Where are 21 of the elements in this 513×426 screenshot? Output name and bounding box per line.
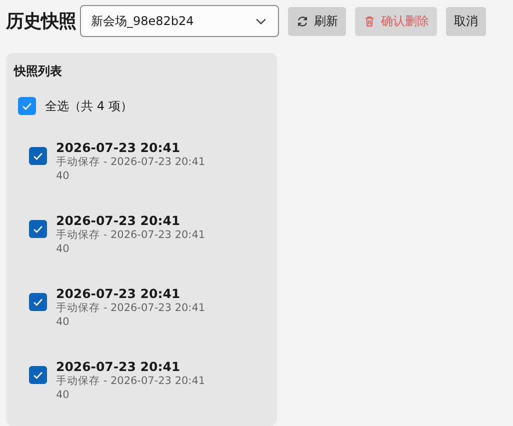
session-select[interactable]: 新会场_98e82b24 xyxy=(80,5,279,37)
snapshot-title: 2026-07-23 20:41 xyxy=(56,286,182,301)
checkbox[interactable] xyxy=(18,97,36,115)
snapshot-title: 2026-07-23 20:41 xyxy=(56,213,182,228)
refresh-icon xyxy=(296,14,309,28)
snapshot-subtitle: 手动保存 - 2026-07-23 20:41 40 xyxy=(56,228,206,256)
checkbox[interactable] xyxy=(29,147,47,165)
snapshot-title: 2026-07-23 20:41 xyxy=(56,359,182,374)
select-all-label: 全选（共 4 项） xyxy=(45,98,132,114)
trash-icon xyxy=(363,14,376,28)
page-title: 历史快照 xyxy=(6,10,76,33)
snapshot-subtitle: 手动保存 - 2026-07-23 20:41 40 xyxy=(56,374,206,402)
snapshot-subtitle: 手动保存 - 2026-07-23 20:41 40 xyxy=(56,155,206,183)
cancel-button[interactable]: 取消 xyxy=(446,6,486,36)
snapshot-title: 2026-07-23 20:41 xyxy=(56,140,182,155)
panel-title: 快照列表 xyxy=(14,63,63,80)
refresh-button[interactable]: 刷新 xyxy=(288,6,346,36)
checkbox[interactable] xyxy=(29,366,47,384)
checkbox[interactable] xyxy=(29,293,47,311)
snapshot-subtitle: 手动保存 - 2026-07-23 20:41 40 xyxy=(56,301,206,329)
checkbox[interactable] xyxy=(29,220,47,238)
